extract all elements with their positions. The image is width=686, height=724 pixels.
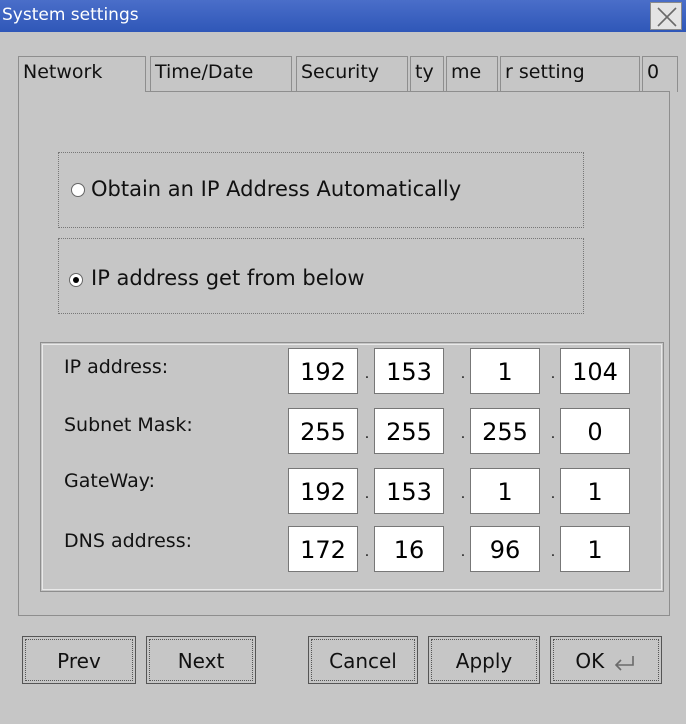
close-icon [657, 7, 677, 27]
manual-ip-option[interactable]: IP address get from below [58, 238, 584, 314]
ok-button[interactable]: OK [550, 636, 662, 684]
ip-dot: . [550, 366, 556, 382]
tab-label: 0 [647, 61, 660, 83]
tab-label: Network [23, 61, 103, 83]
tab-label: Time/Date [155, 61, 254, 83]
auto-ip-label: Obtain an IP Address Automatically [91, 177, 462, 201]
dns-octet-2[interactable]: 16 [374, 526, 444, 572]
next-button-label: Next [177, 649, 225, 673]
gateway-octet-3[interactable]: 1 [470, 468, 540, 514]
mask-dot: . [364, 426, 370, 442]
apply-button-label: Apply [455, 649, 513, 673]
tab-6[interactable]: r setting [500, 56, 640, 92]
tab-label: ty [415, 61, 434, 83]
mask-octet-1[interactable]: 255 [288, 408, 358, 454]
cancel-button[interactable]: Cancel [308, 636, 418, 684]
mask-octet-2[interactable]: 255 [374, 408, 444, 454]
tab-security[interactable]: Security [296, 56, 408, 92]
mask-dot: . [460, 426, 466, 442]
dns-octet-1[interactable]: 172 [288, 526, 358, 572]
mask-octet-4[interactable]: 0 [560, 408, 630, 454]
subnet-mask-label: Subnet Mask: [64, 414, 193, 436]
ip-octet-4[interactable]: 104 [560, 348, 630, 394]
ip-octet-2[interactable]: 153 [374, 348, 444, 394]
apply-button[interactable]: Apply [428, 636, 540, 684]
title-bar: System settings [0, 0, 686, 32]
tab-4[interactable]: ty [410, 56, 444, 92]
window-title: System settings [2, 5, 139, 25]
system-settings-dialog: System settings Network Time/Date Securi… [0, 0, 686, 724]
dns-octet-3[interactable]: 96 [470, 526, 540, 572]
dns-address-label: DNS address: [64, 530, 192, 552]
dns-octet-4[interactable]: 1 [560, 526, 630, 572]
tab-strip: Network Time/Date Security ty me r setti… [18, 56, 678, 92]
dns-dot: . [550, 544, 556, 560]
tab-label: r setting [505, 61, 585, 83]
manual-ip-radio[interactable] [69, 273, 83, 287]
tab-7[interactable]: 0 [642, 56, 678, 92]
ip-dot: . [460, 366, 466, 382]
tab-label: me [451, 61, 482, 83]
tab-time-date[interactable]: Time/Date [150, 56, 292, 92]
ip-octet-1[interactable]: 192 [288, 348, 358, 394]
gateway-dot: . [460, 486, 466, 502]
ok-button-content: OK [551, 649, 661, 673]
tab-label: Security [301, 61, 380, 83]
tab-5[interactable]: me [446, 56, 498, 92]
ok-button-label: OK [575, 649, 605, 673]
ip-address-label: IP address: [64, 356, 169, 378]
gateway-octet-2[interactable]: 153 [374, 468, 444, 514]
gateway-dot: . [550, 486, 556, 502]
mask-dot: . [550, 426, 556, 442]
auto-ip-radio[interactable] [71, 183, 85, 197]
cancel-button-label: Cancel [329, 649, 397, 673]
manual-ip-label: IP address get from below [91, 266, 365, 290]
mask-octet-3[interactable]: 255 [470, 408, 540, 454]
prev-button[interactable]: Prev [22, 636, 136, 684]
ip-dot: . [364, 366, 370, 382]
gateway-dot: . [364, 486, 370, 502]
gateway-octet-1[interactable]: 192 [288, 468, 358, 514]
ip-octet-3[interactable]: 1 [470, 348, 540, 394]
dns-dot: . [460, 544, 466, 560]
tab-network[interactable]: Network [18, 56, 146, 92]
next-button[interactable]: Next [146, 636, 256, 684]
auto-ip-option[interactable]: Obtain an IP Address Automatically [58, 152, 584, 228]
gateway-octet-4[interactable]: 1 [560, 468, 630, 514]
prev-button-label: Prev [57, 649, 101, 673]
dns-dot: . [364, 544, 370, 560]
enter-icon [614, 655, 634, 671]
close-button[interactable] [650, 2, 682, 30]
gateway-label: GateWay: [64, 470, 155, 492]
